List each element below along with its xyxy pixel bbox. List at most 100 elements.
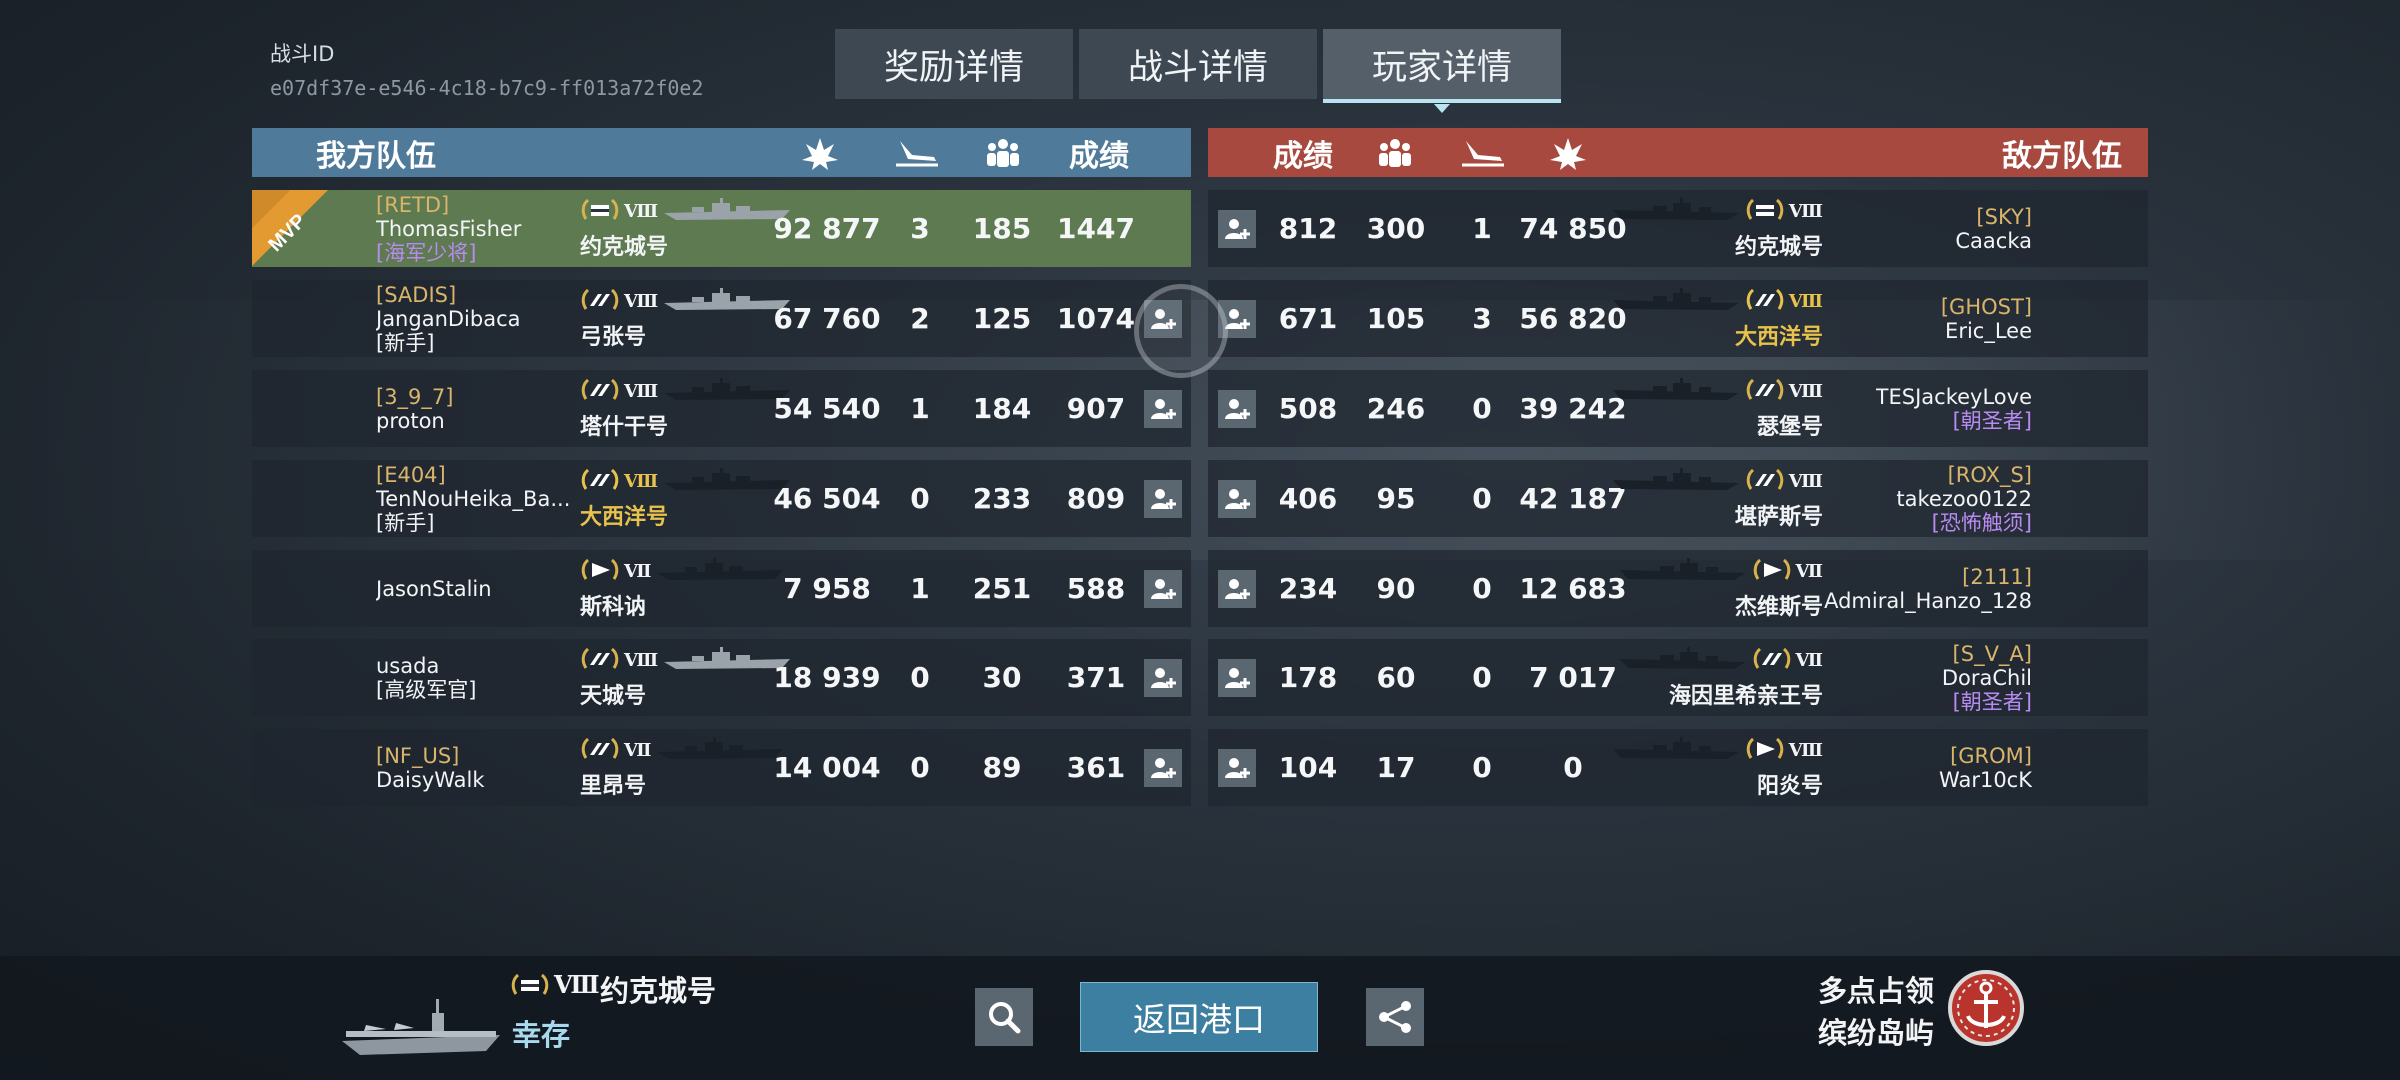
ship-tier: Ⅶ	[624, 561, 652, 582]
ship-silhouette	[655, 557, 785, 587]
clan-tag: [GROM]	[1950, 743, 2032, 768]
player-name[interactable]: proton	[376, 409, 576, 433]
add-friend-button[interactable]	[1144, 570, 1182, 608]
destroyer-class-icon	[580, 557, 620, 587]
our-player-row: [3_9_7] proton Ⅷ 塔什干号 54 540 1 184 907	[252, 370, 1191, 447]
clan-tag: [RETD]	[376, 192, 450, 217]
destroyer-class-icon	[1745, 736, 1785, 766]
score-value: 371	[1066, 661, 1126, 694]
enemy-player-row: 508 246 0 39 242 Ⅷ 瑟堡号 TESJackeyLove [朝圣者]	[1208, 370, 2148, 447]
score-value: 812	[1278, 212, 1338, 245]
battleship-class-icon	[580, 377, 620, 407]
add-friend-button[interactable]	[1144, 480, 1182, 518]
add-friend-button[interactable]	[1218, 570, 1256, 608]
kills-value: 3	[910, 212, 930, 245]
add-friend-button[interactable]	[1218, 210, 1256, 248]
damage-value: 14 004	[773, 751, 881, 784]
player-title: [海军少将]	[376, 240, 477, 265]
assists-value: 17	[1376, 751, 1416, 784]
assists-value: 60	[1376, 661, 1416, 694]
player-info: [SKY] Caacka	[1792, 190, 2032, 267]
add-friend-button[interactable]	[1218, 480, 1256, 518]
battle-id-label: 战斗ID	[270, 42, 335, 66]
ship-info: Ⅷ 弓张号	[580, 280, 791, 357]
share-button[interactable]	[1366, 988, 1424, 1046]
player-title: [恐怖触须]	[1931, 510, 2032, 535]
sinking-ship-icon	[1460, 128, 1506, 177]
clan-tag: [3_9_7]	[376, 384, 454, 409]
player-title: [高级军官]	[376, 677, 477, 702]
ship-tier: Ⅷ	[624, 471, 659, 492]
ship-silhouette	[1618, 557, 1748, 587]
score-value: 104	[1278, 751, 1338, 784]
sinking-ship-icon	[894, 128, 940, 177]
tab-rewards[interactable]: 奖励详情	[835, 29, 1073, 99]
clan-tag: [SADIS]	[376, 282, 457, 307]
tab-players[interactable]: 玩家详情	[1323, 29, 1561, 113]
assists-value: 30	[982, 661, 1022, 694]
add-friend-button[interactable]	[1218, 390, 1256, 428]
add-friend-button[interactable]	[1144, 659, 1182, 697]
player-name[interactable]: usada	[376, 654, 576, 678]
player-name[interactable]: JasonStalin	[376, 577, 576, 601]
ship-silhouette	[1611, 377, 1741, 407]
tab-battle[interactable]: 战斗详情	[1079, 29, 1317, 99]
clan-tag: [ROX_S]	[1947, 462, 2032, 487]
score-value: 588	[1066, 572, 1126, 605]
player-name[interactable]: War10cK	[1939, 768, 2032, 792]
battleship-class-icon	[1745, 467, 1785, 497]
damage-value: 46 504	[773, 482, 881, 515]
player-info: JasonStalin	[376, 550, 576, 627]
player-name[interactable]: TESJackeyLove	[1876, 385, 2032, 409]
add-friend-button[interactable]	[1218, 300, 1256, 338]
search-button[interactable]	[975, 988, 1033, 1046]
ship-silhouette	[1611, 736, 1741, 766]
player-name[interactable]: ThomasFisher	[376, 217, 576, 241]
return-to-port-button[interactable]: 返回港口	[1080, 982, 1318, 1052]
player-info: [3_9_7] proton	[376, 370, 576, 447]
battle-mode: 多点占领	[1818, 974, 1935, 1008]
player-name[interactable]: Eric_Lee	[1945, 319, 2032, 343]
add-friend-button[interactable]	[1218, 749, 1256, 787]
assists-value: 125	[972, 302, 1032, 335]
our-team-title: 我方队伍	[316, 138, 436, 174]
ship-info: Ⅷ 塔什干号	[580, 370, 791, 447]
player-name[interactable]: DoraChil	[1942, 666, 2032, 690]
clan-tag: [S_V_A]	[1952, 641, 2032, 666]
damage-value: 7 017	[1529, 661, 1617, 694]
kills-value: 0	[910, 482, 930, 515]
battle-id-value: e07df37e-e546-4c18-b7c9-ff013a72f0e2	[270, 76, 704, 100]
ship-info: Ⅷ 约克城号	[580, 190, 791, 267]
add-friend-button[interactable]	[1144, 390, 1182, 428]
player-name[interactable]: JanganDibaca	[376, 307, 576, 331]
our-team-header: 我方队伍 成绩	[252, 128, 1191, 177]
kills-value: 1	[910, 572, 930, 605]
ship-silhouette	[1611, 287, 1741, 317]
player-name[interactable]: Admiral_Hanzo_128	[1824, 589, 2032, 613]
score-value: 178	[1278, 661, 1338, 694]
add-friend-button[interactable]	[1218, 659, 1256, 697]
damage-value: 18 939	[773, 661, 881, 694]
kills-value: 0	[1472, 572, 1492, 605]
assists-value: 90	[1376, 572, 1416, 605]
share-icon	[1379, 1001, 1411, 1033]
battleship-class-icon	[580, 467, 620, 497]
ship-silhouette	[655, 736, 785, 766]
our-player-row: [E404] TenNouHeika_Ba... [新手] Ⅷ 大西洋号 46 504 0 2…	[252, 460, 1191, 537]
ship-info: Ⅶ 里昂号	[580, 729, 784, 806]
assists-value: 246	[1366, 392, 1426, 425]
player-name[interactable]: DaisyWalk	[376, 768, 576, 792]
ship-name: 塔什干号	[580, 414, 669, 440]
kills-value: 0	[1472, 392, 1492, 425]
add-friend-button[interactable]	[1144, 300, 1182, 338]
kills-value: 1	[1472, 212, 1492, 245]
kills-value: 0	[1472, 751, 1492, 784]
ship-tier: Ⅷ	[624, 291, 659, 312]
player-name[interactable]: TenNouHeika_Ba...	[376, 487, 576, 511]
add-friend-button[interactable]	[1144, 749, 1182, 787]
player-name[interactable]: Caacka	[1955, 229, 2032, 253]
ship-info: Ⅶ 斯科讷	[580, 550, 784, 627]
ship-silhouette	[1611, 467, 1741, 497]
assists-value: 300	[1366, 212, 1426, 245]
player-name[interactable]: takezoo0122	[1896, 487, 2032, 511]
